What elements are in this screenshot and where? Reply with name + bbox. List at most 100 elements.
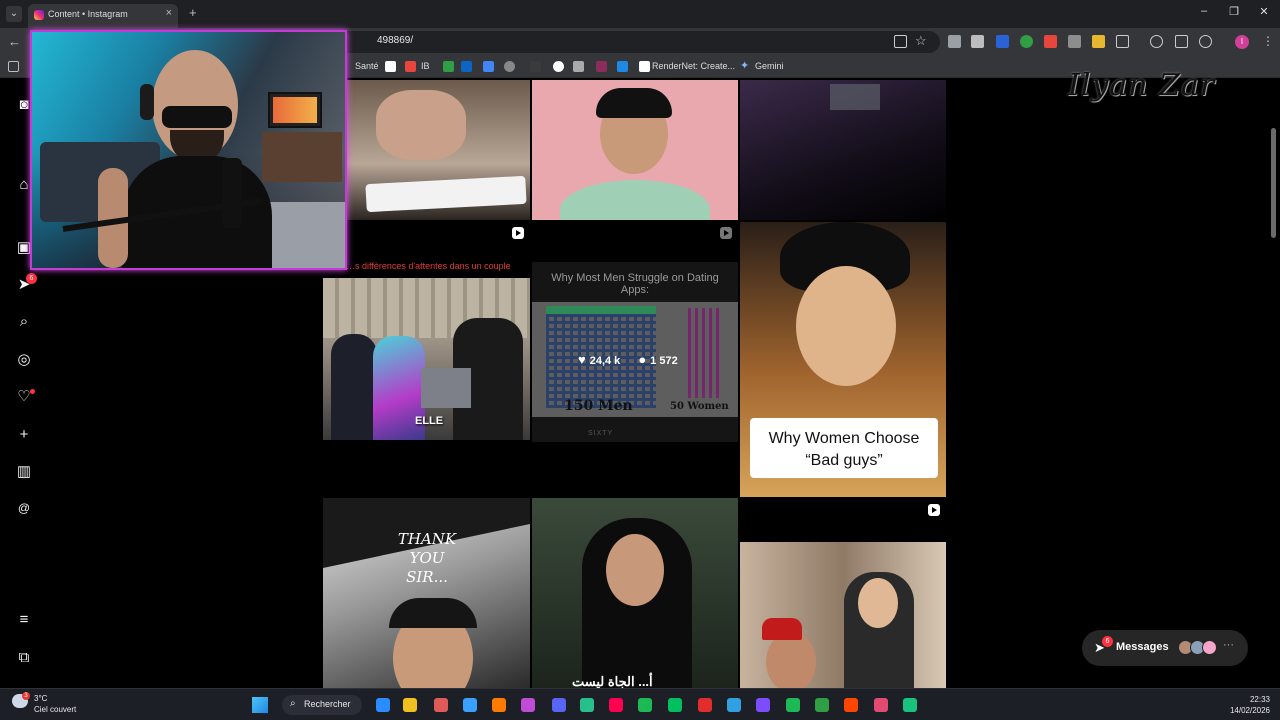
bookmark-linkedin-icon[interactable] [461,61,472,72]
reel-indicator-icon [928,504,940,516]
taskbar-app-icon[interactable] [492,698,506,712]
bookmark-star-icon[interactable]: ☆ [915,33,927,49]
dashboard-icon[interactable]: ▥ [14,461,34,481]
clock-time: 22:33 [1249,695,1270,704]
search-icon[interactable]: ⌕ [14,311,34,331]
extension-icon-2[interactable] [971,35,984,48]
taskbar-app-icon[interactable] [521,698,535,712]
page-scrollbar[interactable] [1271,128,1276,238]
taskbar-app-icon[interactable] [874,698,888,712]
bookmark-icon-maroon[interactable] [596,61,607,72]
grid-tile-2[interactable] [532,80,738,220]
browser-menu-icon[interactable]: ⋮ [1262,34,1274,48]
extension-icon-5[interactable] [1044,35,1057,48]
taskbar-app-icon[interactable] [727,698,741,712]
grid-tile-9[interactable] [740,542,946,688]
taskbar-app-icon[interactable] [376,698,390,712]
clock-date: 14/02/2026 [1229,706,1270,715]
bookmark-sante[interactable]: Santé [355,61,379,71]
taskbar-app-icon[interactable] [756,698,770,712]
messages-badge: 6 [1102,636,1113,647]
messages-label: Messages [1116,641,1169,653]
windows-taskbar: 3 3°C Ciel couvert ⌕ Rechercher 22:33 14… [0,688,1280,720]
reel-indicator-icon [512,227,524,239]
bookmark-rendernet-icon[interactable] [639,61,650,72]
taskbar-app-icon[interactable] [434,698,448,712]
bookmark-outlook-icon[interactable] [617,61,628,72]
taskbar-app-icon[interactable] [552,698,566,712]
taskbar-app-icon[interactable] [844,698,858,712]
tile-5-left-label: 150 Men [564,398,633,414]
bookmark-icon-x[interactable] [385,61,396,72]
back-arrow-icon[interactable]: ← [8,34,21,49]
history-icon[interactable] [1199,35,1212,48]
tile-4-caption: …s différences d'attentes dans un couple [346,261,511,271]
grid-tile-8[interactable]: أ... الجاة ليست [532,498,738,688]
bookmark-docs-icon[interactable] [483,61,494,72]
profile-avatar[interactable]: I [1235,35,1249,49]
extensions-puzzle-icon[interactable] [1116,35,1129,48]
taskbar-app-icon[interactable] [609,698,623,712]
taskbar-app-icon[interactable] [403,698,417,712]
bookmark-gemini[interactable]: Gemini [755,61,784,71]
weather-desc: Ciel couvert [34,705,77,714]
gemini-icon: ✦ [740,60,750,72]
bookmark-gmail-icon[interactable] [405,61,416,72]
extension-icon-7[interactable] [1092,35,1105,48]
tab-search-chevron-icon[interactable]: ⌄ [6,6,22,22]
reel-indicator-icon [720,227,732,239]
tab-close-icon[interactable]: × [166,7,172,19]
more-menu-icon[interactable]: ≡ [14,609,34,629]
meta-icon[interactable]: ⧉ [14,647,34,667]
system-clock[interactable]: 22:33 14/02/2026 [1218,694,1270,716]
tab-title: Content • Instagram [48,9,128,19]
restore-button[interactable]: ❐ [1224,5,1244,18]
bookmark-folder-icon[interactable] [8,61,19,72]
taskbar-app-icon[interactable] [786,698,800,712]
taskbar-app-icon[interactable] [903,698,917,712]
browser-tab-instagram[interactable]: Content • Instagram × [28,4,178,28]
windows-start-icon[interactable] [252,697,268,713]
bookmark-chatgpt-icon[interactable] [553,61,564,72]
tile-6-overlay-text: Why Women Choose “Bad guys” [768,430,920,469]
bookmark-icon-dark[interactable] [530,61,541,72]
tile-5-right-label: 50 Women [670,401,729,412]
grid-tile-7[interactable]: THANK YOU SIR... [323,498,530,688]
extension-icon-6[interactable] [1068,35,1081,48]
extension-icon-1[interactable] [948,35,961,48]
bookmark-drive-icon[interactable] [443,61,454,72]
taskbar-app-icon[interactable] [668,698,682,712]
tile-5-headline: Why Most Men Struggle on Dating Apps: [551,272,719,296]
explore-icon[interactable]: ◎ [14,349,34,369]
new-tab-button[interactable]: + [189,5,197,20]
bookmark-ib[interactable]: IB [421,61,430,71]
taskbar-app-icon[interactable] [463,698,477,712]
grid-tile-3[interactable] [740,80,946,220]
grid-tile-1[interactable] [346,80,530,220]
tile-7-overlay-text: THANK YOU SIR... [397,530,457,586]
install-app-icon[interactable] [894,35,907,48]
weather-temp: 3°C [34,694,48,703]
messages-button[interactable]: ➤ 6 Messages ··· [1082,630,1248,666]
taskbar-search[interactable]: ⌕ Rechercher [282,695,362,715]
extension-icon-3[interactable] [996,35,1009,48]
url-text: 498869/ [377,35,414,46]
extension-icon-4[interactable] [1020,35,1033,48]
notification-badge: 6 [26,273,37,284]
taskbar-app-icon[interactable] [698,698,712,712]
taskbar-app-icon[interactable] [580,698,594,712]
avatar [1202,640,1217,655]
threads-icon[interactable]: @ [14,498,34,518]
performance-icon[interactable] [1150,35,1163,48]
bookmark-icon-circle[interactable] [504,61,515,72]
grid-tile-6[interactable]: Why Women Choose “Bad guys” [740,222,946,497]
taskbar-app-icon[interactable] [638,698,652,712]
bookmark-rendernet[interactable]: RenderNet: Create... [652,61,735,71]
bookmark-icon-grey[interactable] [573,61,584,72]
passwords-key-icon[interactable] [1175,35,1188,48]
create-plus-icon[interactable]: + [14,424,34,444]
grid-tile-4[interactable]: ELLE [323,278,530,440]
taskbar-app-icon[interactable] [815,698,829,712]
close-window-button[interactable]: ✕ [1254,5,1274,18]
minimize-button[interactable]: – [1194,5,1214,17]
